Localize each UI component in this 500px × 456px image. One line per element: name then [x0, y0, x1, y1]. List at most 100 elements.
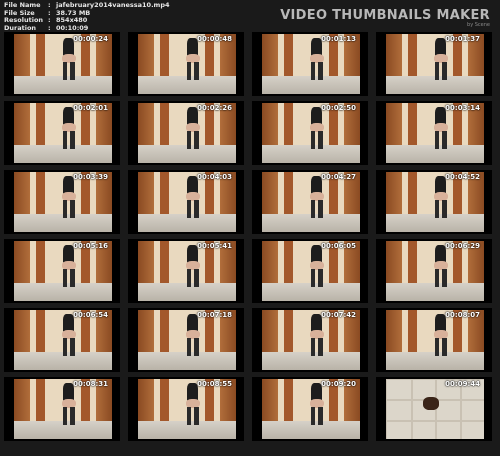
thumbnail-frame[interactable]: 00:02:26	[128, 101, 244, 165]
thumbnail-frame[interactable]: 00:09:44	[376, 377, 492, 441]
thumbnail-frame[interactable]: 00:00:48	[128, 32, 244, 96]
person-figure	[61, 244, 77, 287]
person-figure	[61, 106, 77, 149]
timestamp-label: 00:05:41	[197, 242, 232, 250]
thumbnail-frame[interactable]: 00:05:41	[128, 239, 244, 303]
timestamp-label: 00:03:14	[445, 104, 480, 112]
person-figure	[309, 175, 325, 218]
timestamp-label: 00:04:52	[445, 173, 480, 181]
thumbnail-image: 00:07:42	[262, 310, 360, 370]
thumbnail-image: 00:04:03	[138, 172, 236, 232]
thumbnail-frame[interactable]: 00:08:55	[128, 377, 244, 441]
person-figure	[309, 382, 325, 425]
thumbnail-image: 00:08:07	[386, 310, 484, 370]
thumbnail-image: 00:08:55	[138, 379, 236, 439]
thumbnail-frame[interactable]: 00:06:29	[376, 239, 492, 303]
thumbnail-image: 00:08:31	[14, 379, 112, 439]
person-figure	[61, 382, 77, 425]
person-figure	[433, 175, 449, 218]
file-metadata: File Name: jafebruary2014vanessa10.mp4 Fi…	[4, 1, 170, 32]
thumbnail-image: 00:06:05	[262, 241, 360, 301]
thumbnail-image: 00:06:29	[386, 241, 484, 301]
timestamp-label: 00:03:39	[73, 173, 108, 181]
person-figure	[433, 37, 449, 80]
thumbnail-frame[interactable]: 00:02:50	[252, 101, 368, 165]
brand-title: VIDEO THUMBNAILS MAKER	[280, 8, 490, 23]
timestamp-label: 00:02:50	[321, 104, 356, 112]
header: File Name: jafebruary2014vanessa10.mp4 Fi…	[0, 0, 500, 32]
person-figure	[185, 313, 201, 356]
thumbnail-frame[interactable]: 00:04:03	[128, 170, 244, 234]
timestamp-label: 00:08:55	[197, 380, 232, 388]
thumbnail-image: 00:02:50	[262, 103, 360, 163]
person-figure	[185, 382, 201, 425]
timestamp-label: 00:00:48	[197, 35, 232, 43]
thumbnail-image: 00:09:20	[262, 379, 360, 439]
thumbnail-frame[interactable]: 00:06:05	[252, 239, 368, 303]
thumbnail-image: 00:03:39	[14, 172, 112, 232]
thumbnail-frame[interactable]: 00:03:39	[4, 170, 120, 234]
person-figure	[185, 37, 201, 80]
person-figure	[61, 175, 77, 218]
timestamp-label: 00:08:07	[445, 311, 480, 319]
timestamp-label: 00:09:20	[321, 380, 356, 388]
timestamp-label: 00:08:31	[73, 380, 108, 388]
timestamp-label: 00:07:42	[321, 311, 356, 319]
thumbnail-image: 00:00:24	[14, 34, 112, 94]
thumbnail-image: 00:06:54	[14, 310, 112, 370]
person-figure	[61, 37, 77, 80]
person-figure	[433, 106, 449, 149]
thumbnail-frame[interactable]: 00:04:27	[252, 170, 368, 234]
thumbnail-image: 00:05:41	[138, 241, 236, 301]
thumbnail-image: 00:07:18	[138, 310, 236, 370]
thumbnail-image: 00:05:16	[14, 241, 112, 301]
thumbnail-frame[interactable]: 00:02:01	[4, 101, 120, 165]
timestamp-label: 00:07:18	[197, 311, 232, 319]
timestamp-label: 00:06:29	[445, 242, 480, 250]
thumbnail-image: 00:04:27	[262, 172, 360, 232]
brand-logo: VIDEO THUMBNAILS MAKER by Scene	[280, 8, 490, 28]
thumbnail-frame[interactable]: 00:07:18	[128, 308, 244, 372]
person-figure	[309, 106, 325, 149]
thumbnail-image: 00:02:01	[14, 103, 112, 163]
timestamp-label: 00:06:05	[321, 242, 356, 250]
timestamp-label: 00:01:37	[445, 35, 480, 43]
thumbnail-frame[interactable]: 00:01:13	[252, 32, 368, 96]
person-figure	[433, 313, 449, 356]
person-figure	[309, 244, 325, 287]
timestamp-label: 00:05:16	[73, 242, 108, 250]
thumbnail-image: 00:03:14	[386, 103, 484, 163]
thumbnail-image: 00:02:26	[138, 103, 236, 163]
person-figure	[309, 37, 325, 80]
thumbnail-frame[interactable]: 00:08:31	[4, 377, 120, 441]
timestamp-label: 00:06:54	[73, 311, 108, 319]
timestamp-label: 00:04:27	[321, 173, 356, 181]
timestamp-label: 00:02:26	[197, 104, 232, 112]
thumbnail-frame[interactable]: 00:01:37	[376, 32, 492, 96]
thumbnail-frame[interactable]: 00:03:14	[376, 101, 492, 165]
thumbnail-frame[interactable]: 00:06:54	[4, 308, 120, 372]
timestamp-label: 00:01:13	[321, 35, 356, 43]
timestamp-label: 00:00:24	[73, 35, 108, 43]
person-figure	[309, 313, 325, 356]
timestamp-label: 00:04:03	[197, 173, 232, 181]
thumbnail-image: 00:01:13	[262, 34, 360, 94]
thumbnail-frame[interactable]: 00:00:24	[4, 32, 120, 96]
thumbnail-image: 00:00:48	[138, 34, 236, 94]
person-figure	[433, 244, 449, 287]
person-figure	[185, 175, 201, 218]
person-figure	[185, 106, 201, 149]
thumbnail-frame[interactable]: 00:09:20	[252, 377, 368, 441]
person-figure	[61, 313, 77, 356]
thumbnail-image: 00:04:52	[386, 172, 484, 232]
floor-object	[423, 397, 439, 411]
thumbnail-frame[interactable]: 00:04:52	[376, 170, 492, 234]
thumbnail-frame[interactable]: 00:07:42	[252, 308, 368, 372]
thumbnail-image: 00:09:44	[386, 379, 484, 439]
timestamp-label: 00:09:44	[445, 380, 480, 388]
thumbnail-frame[interactable]: 00:08:07	[376, 308, 492, 372]
timestamp-label: 00:02:01	[73, 104, 108, 112]
thumbnail-frame[interactable]: 00:05:16	[4, 239, 120, 303]
thumbnail-image: 00:01:37	[386, 34, 484, 94]
person-figure	[185, 244, 201, 287]
